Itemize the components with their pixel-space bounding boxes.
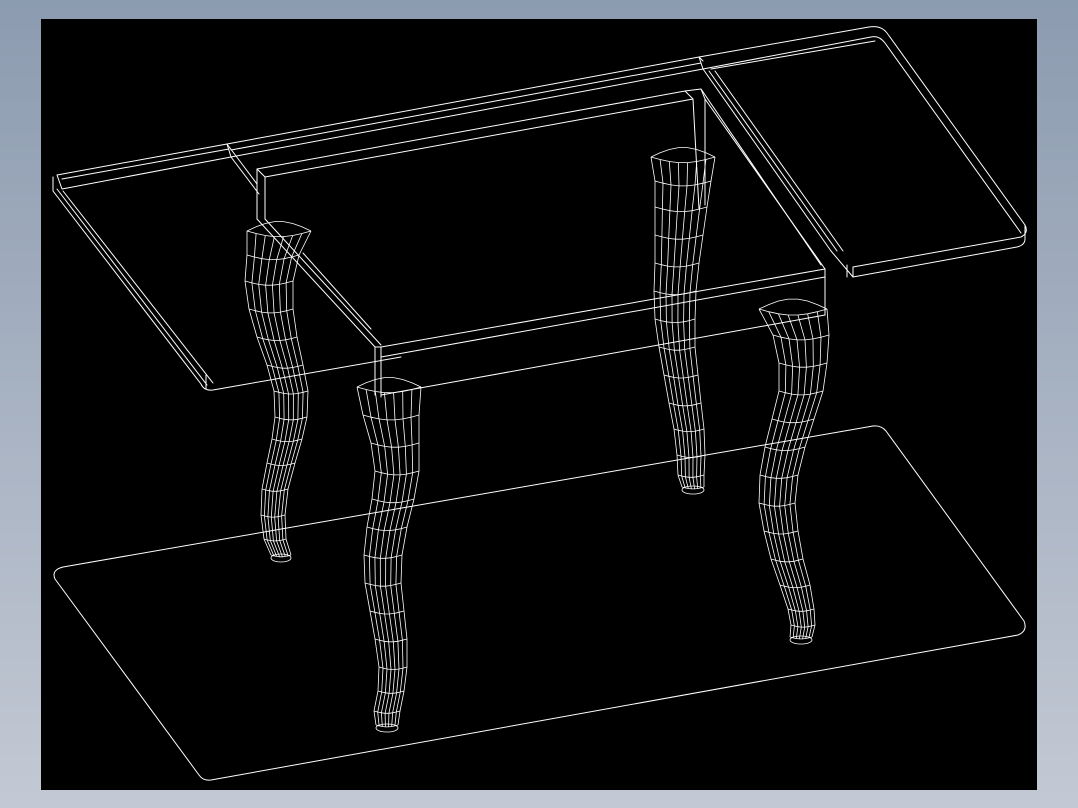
cad-viewport[interactable] (41, 19, 1037, 790)
leg-top-cap (356, 377, 422, 388)
legs (244, 147, 830, 733)
tabletop-right-leaf (698, 26, 1027, 278)
leg-front-left (356, 377, 422, 733)
leg-foot (789, 635, 813, 645)
leg-top-cap (758, 298, 828, 310)
leg-top-cap (246, 221, 312, 232)
leg-front-right (758, 298, 830, 645)
leg-back-left (244, 221, 312, 563)
leg-mesh-ring (758, 308, 828, 316)
leg-foot (681, 485, 705, 495)
wireframe-drawing (52, 26, 1027, 781)
leg-mesh-line (244, 231, 276, 556)
leg-mesh-line (397, 386, 422, 726)
leg-mesh-line (281, 233, 304, 556)
leg-mesh-line (258, 235, 285, 557)
apron (256, 88, 826, 398)
leg-foot (270, 553, 292, 563)
leg-mesh-line (763, 311, 795, 638)
leg-mesh-line (773, 314, 802, 639)
leg-mesh-line (794, 308, 830, 638)
leg-mesh-line (694, 156, 716, 487)
app-background (0, 0, 1078, 808)
tabletop (52, 26, 1027, 391)
leg-mesh-line (789, 311, 822, 638)
floor-plane (53, 425, 1026, 781)
leg-mesh-line (390, 391, 407, 727)
leg-mesh-line (758, 308, 792, 638)
leg-foot (375, 723, 399, 733)
tabletop-left-leaf (52, 143, 402, 391)
